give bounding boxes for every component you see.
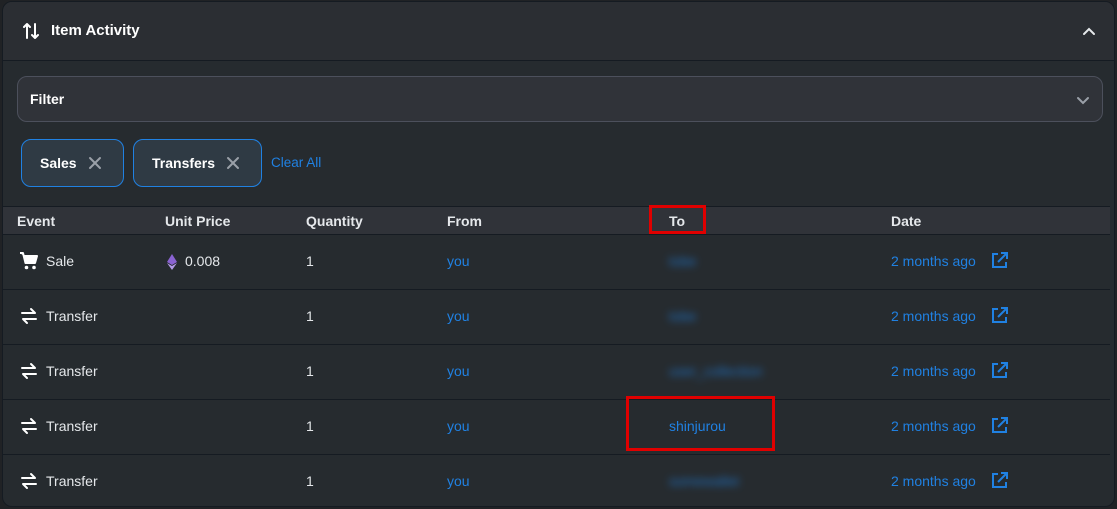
date-link[interactable]: 2 months ago	[891, 418, 976, 434]
transfer-icon	[21, 418, 37, 434]
header-to: To	[669, 213, 686, 229]
clear-all-link[interactable]: Clear All	[271, 155, 321, 170]
sort-arrows-icon	[23, 23, 39, 39]
from-link[interactable]: you	[447, 363, 470, 379]
unit-price: 0.008	[185, 253, 221, 269]
from-link[interactable]: you	[447, 418, 470, 434]
filter-chip-sales[interactable]: Sales	[21, 139, 124, 187]
event-label: Transfer	[46, 473, 98, 489]
table-row: Transfer 1 you user_collection 2 months …	[3, 345, 1110, 400]
quantity: 1	[306, 363, 314, 379]
chip-label: Transfers	[152, 155, 216, 171]
quantity: 1	[306, 308, 314, 324]
filter-chip-transfers[interactable]: Transfers	[133, 139, 262, 187]
external-link-icon[interactable]	[990, 306, 1009, 325]
external-link-icon[interactable]	[990, 361, 1009, 380]
transfer-icon	[21, 308, 37, 324]
event-label: Sale	[46, 253, 75, 269]
table-row: Transfer 1 you somewallet 2 months ago	[3, 455, 1110, 506]
header-date: Date	[891, 213, 922, 229]
table-row: Transfer 1 you tobe 2 months ago	[3, 290, 1110, 345]
close-icon[interactable]	[226, 156, 240, 170]
from-link[interactable]: you	[447, 253, 470, 269]
to-link[interactable]: tobe	[669, 253, 696, 269]
table-header: Event Unit Price Quantity From To Date	[3, 206, 1110, 235]
panel-title: Item Activity	[51, 22, 140, 39]
filter-label: Filter	[30, 91, 65, 107]
panel-header[interactable]: Item Activity	[3, 2, 1114, 61]
header-from: From	[447, 213, 482, 229]
date-link[interactable]: 2 months ago	[891, 363, 976, 379]
activity-table: Event Unit Price Quantity From To Date S…	[3, 206, 1110, 506]
date-link[interactable]: 2 months ago	[891, 473, 976, 489]
transfer-icon	[21, 363, 37, 379]
header-event: Event	[17, 213, 56, 229]
item-activity-panel: Item Activity Filter Sales Transfers Cle…	[2, 1, 1115, 507]
close-icon[interactable]	[88, 156, 102, 170]
chip-label: Sales	[40, 155, 77, 171]
chevron-up-icon[interactable]	[1082, 24, 1096, 38]
from-link[interactable]: you	[447, 473, 470, 489]
external-link-icon[interactable]	[990, 471, 1009, 490]
chevron-down-icon	[1077, 97, 1089, 105]
ethereum-icon	[167, 254, 177, 270]
quantity: 1	[306, 253, 314, 269]
cart-icon	[20, 252, 38, 270]
event-label: Transfer	[46, 308, 98, 324]
quantity: 1	[306, 473, 314, 489]
external-link-icon[interactable]	[990, 416, 1009, 435]
table-row: Sale 0.008 1 you tobe 2 months ago	[3, 235, 1110, 290]
to-link[interactable]: tobe	[669, 308, 696, 324]
external-link-icon[interactable]	[990, 251, 1009, 270]
quantity: 1	[306, 418, 314, 434]
to-link[interactable]: shinjurou	[669, 418, 726, 434]
to-link[interactable]: somewallet	[669, 473, 739, 489]
event-label: Transfer	[46, 418, 98, 434]
date-link[interactable]: 2 months ago	[891, 308, 976, 324]
header-quantity: Quantity	[306, 213, 363, 229]
header-unit-price: Unit Price	[165, 213, 231, 229]
date-link[interactable]: 2 months ago	[891, 253, 976, 269]
table-row: Transfer 1 you shinjurou 2 months ago	[3, 400, 1110, 455]
to-link[interactable]: user_collection	[669, 363, 762, 379]
event-label: Transfer	[46, 363, 98, 379]
from-link[interactable]: you	[447, 308, 470, 324]
transfer-icon	[21, 473, 37, 489]
filter-dropdown[interactable]: Filter	[17, 76, 1103, 122]
